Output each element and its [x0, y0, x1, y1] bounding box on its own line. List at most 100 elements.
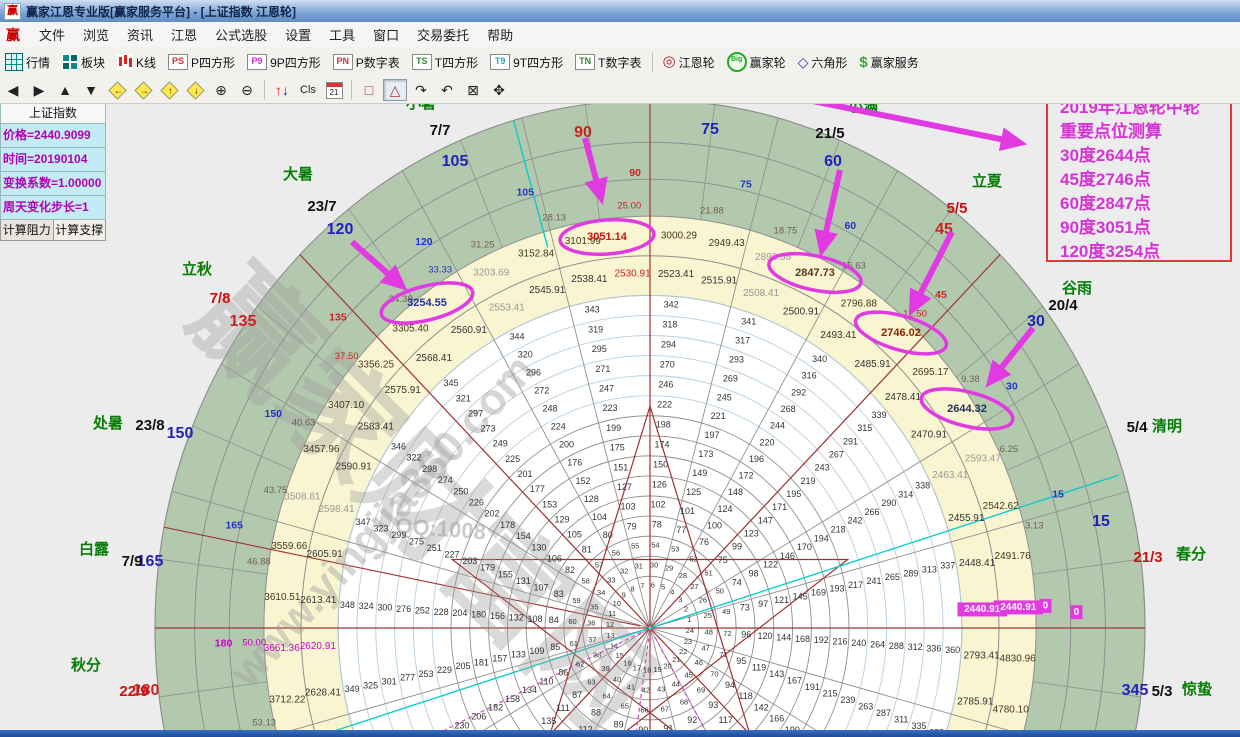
svg-text:48: 48: [705, 627, 713, 636]
svg-text:194: 194: [814, 533, 829, 543]
toolbar-label: P四方形: [191, 54, 235, 71]
svg-text:107: 107: [533, 582, 548, 592]
svg-text:4: 4: [670, 588, 674, 597]
svg-text:339: 339: [871, 410, 886, 420]
svg-text:62: 62: [576, 659, 584, 668]
svg-text:68: 68: [680, 697, 688, 706]
menu-item-工具[interactable]: 工具: [320, 25, 364, 46]
svg-text:290: 290: [881, 498, 896, 508]
svg-text:37: 37: [588, 635, 596, 644]
svg-text:60: 60: [824, 153, 842, 170]
svg-text:205: 205: [455, 661, 470, 671]
annotation-line-2: 30度2644点: [1060, 144, 1230, 168]
drawtool-zoom-out[interactable]: ⊖: [235, 79, 259, 101]
drawtool-square[interactable]: □: [357, 79, 381, 101]
svg-text:240: 240: [851, 638, 866, 648]
svg-text:102: 102: [651, 500, 666, 510]
svg-text:316: 316: [802, 371, 817, 381]
svg-text:204: 204: [452, 608, 467, 618]
drawtool-center[interactable]: ✥: [487, 79, 511, 101]
toolbar-label: K线: [136, 54, 156, 71]
svg-text:216: 216: [833, 637, 848, 647]
toolbar-button-六角形[interactable]: ◇六角形: [793, 51, 855, 74]
menu-item-公式选股[interactable]: 公式选股: [206, 25, 276, 46]
drawtool-diamond-down[interactable]: ↓: [183, 79, 207, 101]
svg-text:197: 197: [705, 430, 720, 440]
svg-text:秋分: 秋分: [71, 656, 101, 674]
toolbar-label: 板块: [81, 54, 105, 71]
drawtool-triangle[interactable]: △: [383, 79, 407, 101]
drawtool-cls[interactable]: Cls: [296, 79, 320, 101]
menu-item-窗口[interactable]: 窗口: [364, 25, 408, 46]
toolbar-button-K线[interactable]: K线: [112, 51, 163, 74]
svg-text:11: 11: [608, 609, 616, 618]
svg-text:321: 321: [456, 393, 471, 403]
toolbar-button-板块[interactable]: 板块: [57, 51, 112, 74]
drawtool-diamond-left[interactable]: ←: [105, 79, 129, 101]
svg-text:86: 86: [558, 667, 568, 677]
svg-text:18.75: 18.75: [774, 226, 798, 237]
drawtool-xbox[interactable]: ⊠: [461, 79, 485, 101]
drawtool-calendar[interactable]: 21: [322, 79, 346, 101]
svg-text:291: 291: [843, 436, 858, 446]
toolbar-button-赢家轮[interactable]: Big赢家轮: [722, 49, 793, 75]
svg-text:9.38: 9.38: [961, 374, 980, 385]
toolbar-button-T数字表[interactable]: TNT数字表: [570, 51, 648, 74]
drawtool-tri-left[interactable]: ◀: [1, 79, 25, 101]
drawtool-rotate-cw[interactable]: ↷: [409, 79, 433, 101]
svg-text:18: 18: [643, 666, 651, 675]
svg-text:70: 70: [710, 669, 718, 678]
drawtool-tri-up[interactable]: ▲: [53, 79, 77, 101]
drawtool-tri-right[interactable]: ▶: [27, 79, 51, 101]
svg-text:79: 79: [627, 521, 637, 531]
svg-text:196: 196: [749, 454, 764, 464]
toolbar-button-9T四方形[interactable]: T99T四方形: [485, 51, 570, 74]
menu-item-交易委托[interactable]: 交易委托: [408, 25, 478, 46]
svg-text:249: 249: [493, 439, 508, 449]
ts-icon: TS: [412, 54, 432, 70]
svg-text:白露: 白露: [79, 540, 110, 558]
svg-text:253: 253: [419, 669, 434, 679]
toolbar-button-P数字表[interactable]: PNP数字表: [328, 51, 407, 74]
svg-text:2448.41: 2448.41: [959, 558, 996, 569]
drawtool-diamond-right[interactable]: →: [131, 79, 155, 101]
menu-item-江恩[interactable]: 江恩: [162, 25, 206, 46]
svg-text:151: 151: [613, 462, 628, 472]
menu-item-资讯[interactable]: 资讯: [118, 25, 162, 46]
toolbar-button-P四方形[interactable]: PSP四方形: [163, 51, 242, 74]
svg-text:54: 54: [651, 540, 659, 549]
svg-text:118: 118: [738, 691, 752, 701]
svg-text:69: 69: [697, 686, 705, 695]
svg-text:35: 35: [590, 603, 598, 612]
svg-text:345: 345: [443, 378, 458, 388]
drawtool-tri-down[interactable]: ▼: [79, 79, 103, 101]
menu-item-文件[interactable]: 文件: [30, 25, 74, 46]
drawtool-diamond-up[interactable]: ↑: [157, 79, 181, 101]
toolbar-button-9P四方形[interactable]: P99P四方形: [242, 51, 328, 74]
svg-text:3407.10: 3407.10: [328, 400, 365, 411]
svg-text:30: 30: [650, 560, 658, 569]
menu-item-设置[interactable]: 设置: [276, 25, 320, 46]
toolbar-button-行情[interactable]: 行情: [0, 50, 57, 74]
svg-text:52: 52: [689, 554, 697, 563]
drawtool-rotate-ccw[interactable]: ↶: [435, 79, 459, 101]
svg-text:120: 120: [415, 236, 433, 248]
svg-text:0: 0: [1043, 601, 1049, 612]
menu-item-浏览[interactable]: 浏览: [74, 25, 118, 46]
svg-text:2620.91: 2620.91: [300, 641, 337, 652]
svg-text:89: 89: [614, 720, 624, 730]
button-计算支撑[interactable]: 计算支撑: [54, 220, 107, 241]
svg-text:277: 277: [400, 673, 415, 683]
tn-icon: TN: [575, 54, 595, 70]
svg-text:157: 157: [492, 653, 507, 663]
drawtool-zoom-in[interactable]: ⊕: [209, 79, 233, 101]
svg-text:2470.91: 2470.91: [911, 429, 948, 440]
toolbar-button-赢家服务[interactable]: $赢家服务: [854, 51, 925, 74]
toolbar-button-T四方形[interactable]: TST四方形: [407, 51, 485, 74]
menu-item-帮助[interactable]: 帮助: [478, 25, 522, 46]
toolbar-button-江恩轮[interactable]: ◎江恩轮: [657, 51, 721, 74]
drawtool-updown[interactable]: ↑↓: [270, 79, 294, 101]
svg-text:50.00: 50.00: [242, 637, 266, 648]
button-计算阻力[interactable]: 计算阻力: [0, 220, 54, 241]
annotation-box: 2019年江恩轮中轮重要点位测算30度2644点45度2746点60度2847点…: [1046, 88, 1232, 262]
